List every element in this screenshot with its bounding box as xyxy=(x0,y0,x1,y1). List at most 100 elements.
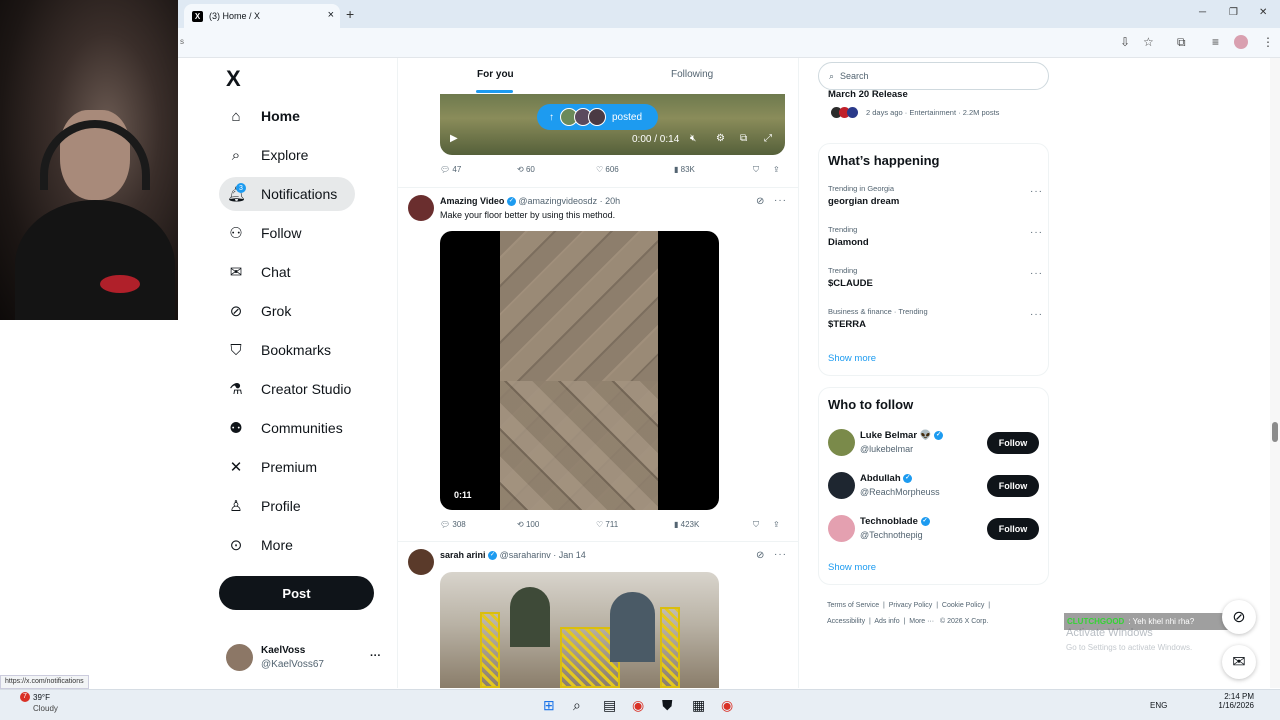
views-button[interactable]: ▮ 423K xyxy=(674,520,699,529)
search-icon[interactable]: ⌕ xyxy=(573,697,581,714)
follow-suggestion[interactable]: Technoblade ✓ @Technothepig Follow xyxy=(828,514,1043,544)
avatar[interactable] xyxy=(408,195,434,221)
account-more-icon[interactable]: ··· xyxy=(370,650,381,662)
tab-for-you[interactable]: For you xyxy=(477,69,514,80)
chrome-icon[interactable]: ◉ xyxy=(721,697,733,714)
nav-explore[interactable]: ⌕ Explore xyxy=(219,138,309,172)
footer-link[interactable]: Terms of Service xyxy=(827,602,879,609)
views-button[interactable]: ▮ 83K xyxy=(674,165,695,174)
footer-link[interactable]: Cookie Policy xyxy=(942,602,984,609)
media-icon[interactable]: ≡ xyxy=(1212,35,1219,49)
new-tab-button[interactable]: + xyxy=(346,6,354,22)
share-icon[interactable]: ⇪ xyxy=(773,520,780,529)
post-more-icon[interactable]: ··· xyxy=(774,549,787,560)
close-window-button[interactable]: ✕ xyxy=(1259,7,1267,18)
reply-button[interactable]: 💬︎ 308 xyxy=(440,520,466,529)
footer-link[interactable]: More ··· xyxy=(909,618,934,625)
author-handle[interactable]: @amazingvideosdz xyxy=(518,196,597,206)
grok-icon[interactable]: ⊘ xyxy=(756,550,764,561)
shield-icon[interactable]: ⛊ xyxy=(662,697,673,714)
scrollbar-thumb[interactable] xyxy=(1272,422,1278,442)
windows-start-icon[interactable]: ⊞ xyxy=(543,697,555,714)
grok-icon[interactable]: ⊘ xyxy=(756,196,764,207)
play-icon[interactable]: ▶ xyxy=(450,133,458,144)
author-handle[interactable]: @saraharinv xyxy=(500,550,551,560)
avatar xyxy=(828,429,855,456)
post-age[interactable]: · Jan 14 xyxy=(553,550,586,560)
trend-more-icon[interactable]: ··· xyxy=(1030,268,1043,279)
post-age[interactable]: · 20h xyxy=(600,196,621,206)
x-logo[interactable]: X xyxy=(226,66,241,92)
search-input[interactable]: ⌕ Search xyxy=(818,62,1049,90)
trend-more-icon[interactable]: ··· xyxy=(1030,227,1043,238)
menu-kebab-icon[interactable]: ⋮ xyxy=(1262,35,1274,49)
star-icon[interactable]: ☆ xyxy=(1143,35,1154,49)
footer-link[interactable]: Accessibility xyxy=(827,618,865,625)
nav-grok[interactable]: ⊘ Grok xyxy=(219,294,292,328)
profile-avatar-icon[interactable] xyxy=(1234,35,1248,49)
avatar[interactable] xyxy=(408,549,434,575)
account-switcher[interactable]: KaelVoss @KaelVoss67 ··· xyxy=(226,644,386,674)
nav-home[interactable]: ⌂ Home xyxy=(219,99,299,133)
tab-close-icon[interactable]: × xyxy=(328,9,334,21)
follow-button[interactable]: Follow xyxy=(987,475,1039,497)
clock[interactable]: 2:14 PM 1/16/2026 xyxy=(1212,692,1254,710)
follow-suggestion[interactable]: Luke Belmar 👽 ✓ @lukebelmar Follow xyxy=(828,428,1043,458)
author-name[interactable]: Amazing Video xyxy=(440,196,504,206)
trend-title[interactable]: March 20 Release xyxy=(828,89,908,100)
trend-item[interactable]: Trending Diamond ··· xyxy=(828,225,1043,253)
fullscreen-icon[interactable]: ⤢ xyxy=(764,133,772,144)
share-icon[interactable]: ⇪ xyxy=(773,165,780,174)
messages-fab-icon[interactable]: ✉ xyxy=(1222,645,1256,679)
repost-button[interactable]: ⟲ 100 xyxy=(517,520,539,529)
trend-item[interactable]: Trending $CLAUDE ··· xyxy=(828,266,1043,294)
author-name[interactable]: sarah arini xyxy=(440,550,486,560)
bookmark-icon[interactable]: ⛉ xyxy=(753,165,759,175)
new-posts-pill[interactable]: ↑ posted xyxy=(537,104,658,130)
follow-suggestion[interactable]: Abdullah ✓ @ReachMorpheuss Follow xyxy=(828,471,1043,501)
chrome-icon[interactable]: ◉ xyxy=(632,697,644,714)
nav-chat[interactable]: ✉ Chat xyxy=(219,255,291,289)
like-button[interactable]: ♡ 606 xyxy=(596,165,619,174)
footer-link[interactable]: Privacy Policy xyxy=(889,602,933,609)
nav-communities[interactable]: ⚉ Communities xyxy=(219,411,342,445)
notes-icon[interactable]: ▦ xyxy=(692,697,705,714)
nav-premium[interactable]: ✕ Premium xyxy=(219,450,317,484)
nav-creator-studio[interactable]: ⚗ Creator Studio xyxy=(219,372,351,406)
post-more-icon[interactable]: ··· xyxy=(774,195,787,206)
footer-link[interactable]: Ads info xyxy=(874,618,899,625)
maximize-button[interactable]: ❐ xyxy=(1229,7,1238,18)
pip-icon[interactable]: ⧉ xyxy=(740,133,747,144)
show-more-link[interactable]: Show more xyxy=(828,562,876,573)
extensions-icon[interactable]: ⧉ xyxy=(1177,35,1186,50)
file-explorer-icon[interactable]: ▤ xyxy=(603,697,616,714)
install-app-icon[interactable]: ⇩ xyxy=(1120,35,1130,49)
grok-fab-icon[interactable]: ⊘ xyxy=(1222,600,1256,634)
reply-button[interactable]: 💬︎ 47 xyxy=(440,165,461,174)
post-button[interactable]: Post xyxy=(219,576,374,610)
follow-button[interactable]: Follow xyxy=(987,518,1039,540)
mute-icon[interactable]: 🔇︎ xyxy=(690,133,696,144)
tab-following[interactable]: Following xyxy=(671,69,713,80)
repost-button[interactable]: ⟲ 60 xyxy=(517,165,535,174)
nav-profile[interactable]: ♙ Profile xyxy=(219,489,300,523)
follow-button[interactable]: Follow xyxy=(987,432,1039,454)
trend-more-icon[interactable]: ··· xyxy=(1030,186,1043,197)
language-indicator[interactable]: ENG xyxy=(1150,701,1167,710)
address-bar[interactable]: s xyxy=(178,28,1280,58)
show-more-link[interactable]: Show more xyxy=(828,353,876,364)
trend-more-icon[interactable]: ··· xyxy=(1030,309,1043,320)
scrollbar[interactable] xyxy=(1270,58,1280,688)
nav-bookmarks[interactable]: ⛉ Bookmarks xyxy=(219,333,331,367)
video-player[interactable]: 0:11 xyxy=(440,231,719,510)
trend-item[interactable]: Trending in Georgia georgian dream ··· xyxy=(828,184,1043,212)
nav-follow[interactable]: ⚇ Follow xyxy=(219,216,301,250)
minimize-button[interactable]: ─ xyxy=(1199,7,1206,18)
post-image[interactable] xyxy=(440,572,719,688)
nav-more[interactable]: ⊙ More xyxy=(219,528,293,562)
settings-icon[interactable]: ⚙ xyxy=(716,133,725,144)
like-button[interactable]: ♡ 711 xyxy=(596,520,618,529)
bookmark-icon[interactable]: ⛉ xyxy=(753,520,759,530)
trend-item[interactable]: Business & finance · Trending $TERRA ··· xyxy=(828,307,1043,335)
browser-tab[interactable]: X (3) Home / X × xyxy=(184,4,340,28)
